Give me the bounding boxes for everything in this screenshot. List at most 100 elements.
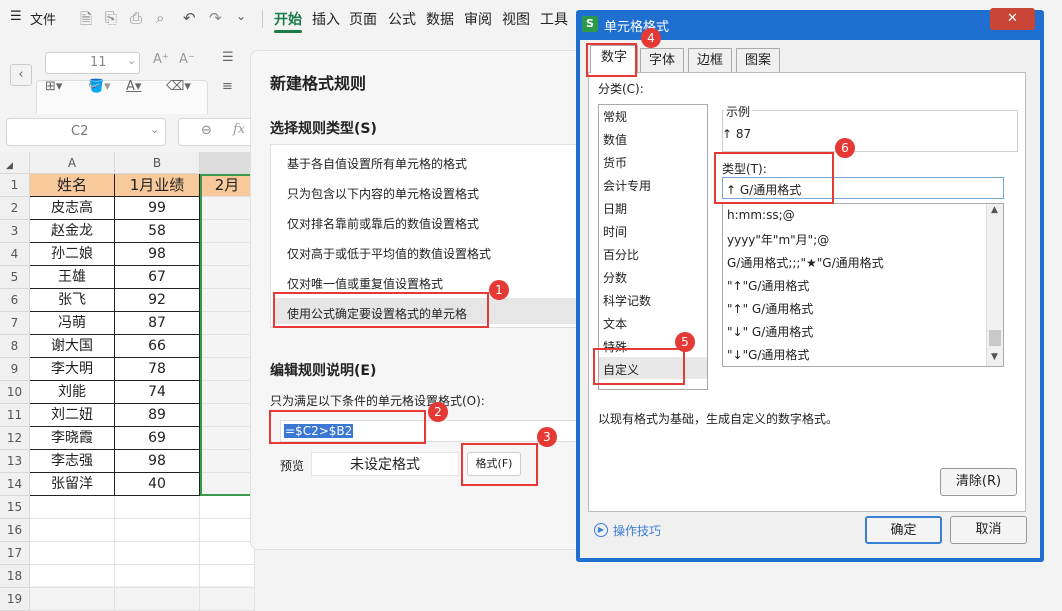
- category-item[interactable]: 分数: [603, 269, 627, 286]
- type-item[interactable]: h:mm:ss;@: [727, 208, 795, 222]
- row-header[interactable]: 12: [0, 427, 30, 450]
- type-item[interactable]: "↓"G/通用格式: [727, 346, 809, 363]
- scroll-down-icon[interactable]: ▼: [991, 352, 998, 362]
- type-item[interactable]: "↑" G/通用格式: [727, 300, 813, 317]
- row-header[interactable]: 2: [0, 197, 30, 220]
- chevron-down-icon[interactable]: ⌄: [236, 9, 246, 23]
- decrease-font-icon[interactable]: A⁻: [179, 52, 195, 67]
- sales-cell[interactable]: 87: [115, 312, 200, 335]
- rule-type-item[interactable]: 仅对唯一值或重复值设置格式: [287, 275, 443, 292]
- ribbon-scroll-left[interactable]: ‹: [10, 64, 32, 86]
- name-cell[interactable]: 孙二娘: [30, 243, 115, 266]
- empty-cell[interactable]: [30, 496, 115, 519]
- sales-cell[interactable]: 98: [115, 243, 200, 266]
- tab-review[interactable]: 审阅: [464, 9, 492, 29]
- row-header[interactable]: 10: [0, 381, 30, 404]
- empty-cell[interactable]: [200, 519, 255, 542]
- sales-cell[interactable]: 69: [115, 427, 200, 450]
- empty-cell[interactable]: [30, 565, 115, 588]
- name-cell[interactable]: 刘二妞: [30, 404, 115, 427]
- category-item[interactable]: 文本: [603, 315, 627, 332]
- row-header[interactable]: 7: [0, 312, 30, 335]
- tab-formula[interactable]: 公式: [388, 9, 416, 29]
- feb-cell[interactable]: [200, 220, 255, 243]
- row-header[interactable]: 18: [0, 565, 30, 588]
- name-cell[interactable]: 皮志高: [30, 197, 115, 220]
- sales-cell[interactable]: 74: [115, 381, 200, 404]
- row-header[interactable]: 13: [0, 450, 30, 473]
- rule-type-item[interactable]: 仅对排名靠前或靠后的数值设置格式: [287, 215, 479, 232]
- category-item[interactable]: 会计专用: [603, 177, 651, 194]
- type-item[interactable]: "↑"G/通用格式: [727, 277, 809, 294]
- sales-cell[interactable]: 89: [115, 404, 200, 427]
- print-preview-icon[interactable]: ⌕: [156, 9, 164, 27]
- name-cell[interactable]: 李大明: [30, 358, 115, 381]
- empty-cell[interactable]: [200, 542, 255, 565]
- feb-cell[interactable]: [200, 381, 255, 404]
- feb-cell[interactable]: [200, 358, 255, 381]
- zoom-icon[interactable]: ⊖: [201, 123, 212, 138]
- row-header[interactable]: 19: [0, 588, 30, 611]
- increase-font-icon[interactable]: A⁺: [153, 52, 169, 67]
- feb-cell[interactable]: [200, 243, 255, 266]
- clear-button[interactable]: 清除(R): [940, 468, 1017, 496]
- feb-cell[interactable]: [200, 289, 255, 312]
- header-cell[interactable]: 姓名: [30, 174, 115, 197]
- feb-cell[interactable]: [200, 473, 255, 496]
- category-item[interactable]: 常规: [603, 108, 627, 125]
- empty-cell[interactable]: [115, 565, 200, 588]
- category-item[interactable]: 日期: [603, 200, 627, 217]
- chevron-down-icon[interactable]: ⌄: [150, 123, 159, 136]
- name-box[interactable]: C2 ⌄: [6, 118, 166, 146]
- name-cell[interactable]: 李晓霞: [30, 427, 115, 450]
- feb-cell[interactable]: [200, 450, 255, 473]
- row-header[interactable]: 4: [0, 243, 30, 266]
- type-list-scrollbar[interactable]: ▲ ▼: [986, 204, 1003, 366]
- empty-cell[interactable]: [115, 519, 200, 542]
- chevron-down-icon[interactable]: ⌄: [127, 54, 136, 67]
- cancel-button[interactable]: 取消: [950, 516, 1027, 544]
- row-header[interactable]: 8: [0, 335, 30, 358]
- row-header[interactable]: 16: [0, 519, 30, 542]
- category-item[interactable]: 时间: [603, 223, 627, 240]
- row-header[interactable]: 15: [0, 496, 30, 519]
- empty-cell[interactable]: [115, 588, 200, 611]
- sales-cell[interactable]: 92: [115, 289, 200, 312]
- type-item[interactable]: yyyy"年"m"月";@: [727, 231, 829, 248]
- tab-border[interactable]: 边框: [688, 48, 732, 72]
- sales-cell[interactable]: 40: [115, 473, 200, 496]
- sales-cell[interactable]: 66: [115, 335, 200, 358]
- category-item[interactable]: 科学记数: [603, 292, 651, 309]
- select-all-corner[interactable]: ◢: [0, 152, 30, 174]
- feb-cell[interactable]: [200, 197, 255, 220]
- name-cell[interactable]: 王雄: [30, 266, 115, 289]
- sales-cell[interactable]: 58: [115, 220, 200, 243]
- empty-cell[interactable]: [200, 565, 255, 588]
- feb-cell[interactable]: [200, 335, 255, 358]
- tab-tools[interactable]: 工具: [540, 9, 568, 29]
- borders-icon[interactable]: ⊞▾: [45, 79, 62, 94]
- feb-cell[interactable]: [200, 427, 255, 450]
- row-header[interactable]: 9: [0, 358, 30, 381]
- sales-cell[interactable]: 99: [115, 197, 200, 220]
- header-cell[interactable]: 1月业绩: [115, 174, 200, 197]
- feb-cell[interactable]: [200, 404, 255, 427]
- sales-cell[interactable]: 98: [115, 450, 200, 473]
- empty-cell[interactable]: [30, 542, 115, 565]
- play-icon[interactable]: ▶: [594, 523, 608, 537]
- menu-icon[interactable]: ☰: [10, 9, 22, 24]
- category-item[interactable]: 货币: [603, 154, 627, 171]
- sales-cell[interactable]: 67: [115, 266, 200, 289]
- tab-view[interactable]: 视图: [502, 9, 530, 29]
- align-left-icon[interactable]: ≡: [222, 79, 233, 94]
- fill-color-icon[interactable]: 🪣▾: [88, 79, 111, 94]
- tab-pattern[interactable]: 图案: [736, 48, 780, 72]
- name-cell[interactable]: 张留洋: [30, 473, 115, 496]
- redo-icon[interactable]: ↷: [209, 9, 222, 27]
- empty-cell[interactable]: [200, 588, 255, 611]
- eraser-icon[interactable]: ⌫▾: [166, 79, 191, 94]
- column-header-b[interactable]: B: [115, 152, 200, 174]
- scroll-up-icon[interactable]: ▲: [991, 205, 998, 215]
- name-cell[interactable]: 李志强: [30, 450, 115, 473]
- name-cell[interactable]: 赵金龙: [30, 220, 115, 243]
